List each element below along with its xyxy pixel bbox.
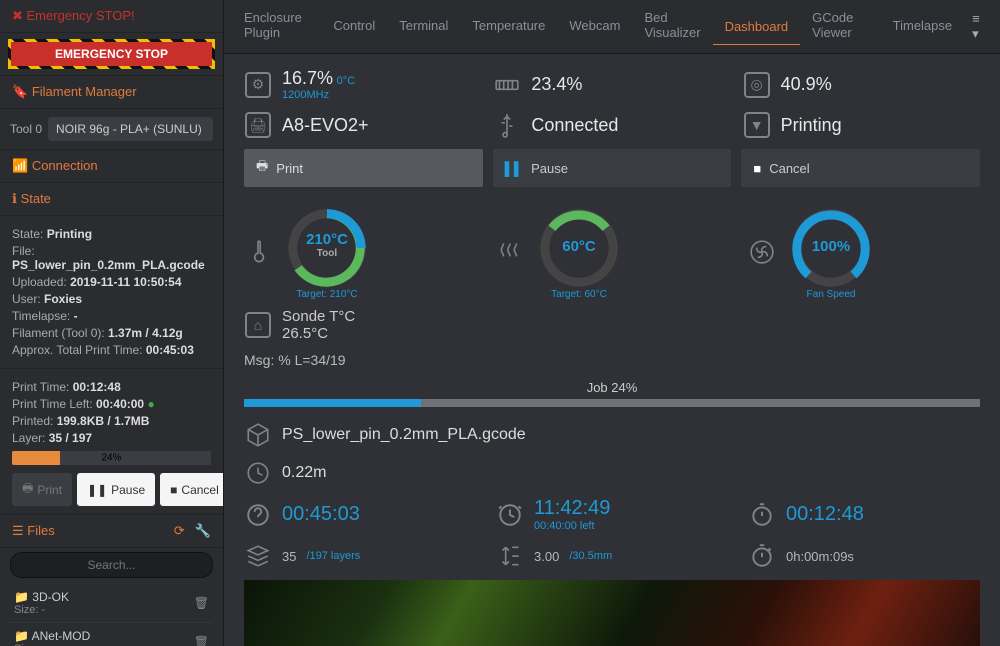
time-panel: Print Time: 00:12:48 Print Time Left: 00… [0,369,223,515]
tab-terminal[interactable]: Terminal [387,8,460,46]
sidebar: ✖ Emergency STOP! EMERGENCY STOP 🔖 Filam… [0,0,224,646]
printer-icon: 🖨 [244,111,272,139]
tab-bar: Enclosure PluginControlTerminalTemperatu… [224,0,1000,54]
tab-timelapse[interactable]: Timelapse [881,8,964,46]
ram-icon [493,71,521,99]
chamber-icon: ⌂ [244,311,272,339]
bed-temp-gauge: 60°C [534,203,624,293]
tool-label: Tool 0 [10,122,42,136]
delete-icon[interactable]: 🗑 [194,635,209,646]
file-item[interactable]: 📁 ANet-MODSize: -🗑 [10,623,213,646]
tab-temperature[interactable]: Temperature [460,8,557,46]
filament-manager-link[interactable]: 🔖 Filament Manager [0,76,223,109]
tool-select[interactable]: NOIR 96g - PLA+ (SUNLU) [48,117,213,141]
tool-temp-gauge: 210°CTool [282,203,372,293]
cpu-icon: ⚙ [244,71,272,99]
timer-icon [748,542,776,570]
emergency-stop-link[interactable]: ✖ Emergency STOP! [0,0,223,33]
search-input[interactable] [10,552,213,578]
pause-button[interactable]: ❚❚ Pause [77,473,155,506]
layers-icon [244,542,272,570]
print-button[interactable]: 🖶 Print [12,473,72,506]
usb-icon [493,111,521,139]
tab-control[interactable]: Control [321,8,387,46]
printer-message: Msg: % L=34/19 [244,352,980,368]
tab-webcam[interactable]: Webcam [557,8,632,46]
state-panel: State: Printing File: PS_lower_pin_0.2mm… [0,216,223,369]
dashboard: ⚙ 16.7% 0°C 1200MHz 23.4% ◎ 40.9% 🖨A8-EV… [224,54,1000,646]
tab-gcode-viewer[interactable]: GCode Viewer [800,0,880,53]
dash-print-button[interactable]: 🖶 Print [244,149,483,187]
extrude-icon [244,459,272,487]
emergency-stop-button[interactable]: EMERGENCY STOP [11,42,212,66]
job-progress-label: Job 24% [244,380,980,395]
fan-gauge: 100% [786,203,876,293]
delete-icon[interactable]: 🗑 [194,596,209,610]
emergency-stop-banner: EMERGENCY STOP [0,33,223,76]
tab-dashboard[interactable]: Dashboard [713,9,801,45]
tab-enclosure-plugin[interactable]: Enclosure Plugin [232,0,321,53]
tab-menu-icon[interactable]: ≡ ▾ [964,11,992,42]
fan-icon [748,238,776,266]
progress-bar: 24% [12,451,211,465]
stopwatch-icon [748,501,776,529]
webcam-view [244,580,980,646]
question-icon [244,501,272,529]
files-section-header[interactable]: ☰ Files ⟳🔧 [0,515,223,548]
refresh-icon[interactable]: ⟳ [174,523,185,538]
height-icon [496,542,524,570]
state-section-header[interactable]: ℹ State [0,183,223,216]
dash-pause-button[interactable]: ▌▌ Pause [493,149,732,187]
tab-bed-visualizer[interactable]: Bed Visualizer [632,0,712,53]
wrench-icon[interactable]: 🔧 [195,523,211,538]
cancel-button[interactable]: ■ Cancel [160,473,224,506]
heat-icon [496,238,524,266]
file-icon [244,421,272,449]
connection-section[interactable]: 📶 Connection [0,150,223,183]
job-progress-bar [244,399,980,407]
thermometer-icon [244,238,272,266]
clock-icon [496,501,524,529]
dash-cancel-button[interactable]: ■ Cancel [741,149,980,187]
file-item[interactable]: 📁 3D-OKSize: -🗑 [10,584,213,623]
disk-icon: ◎ [743,71,771,99]
nozzle-icon: ▼ [743,111,771,139]
